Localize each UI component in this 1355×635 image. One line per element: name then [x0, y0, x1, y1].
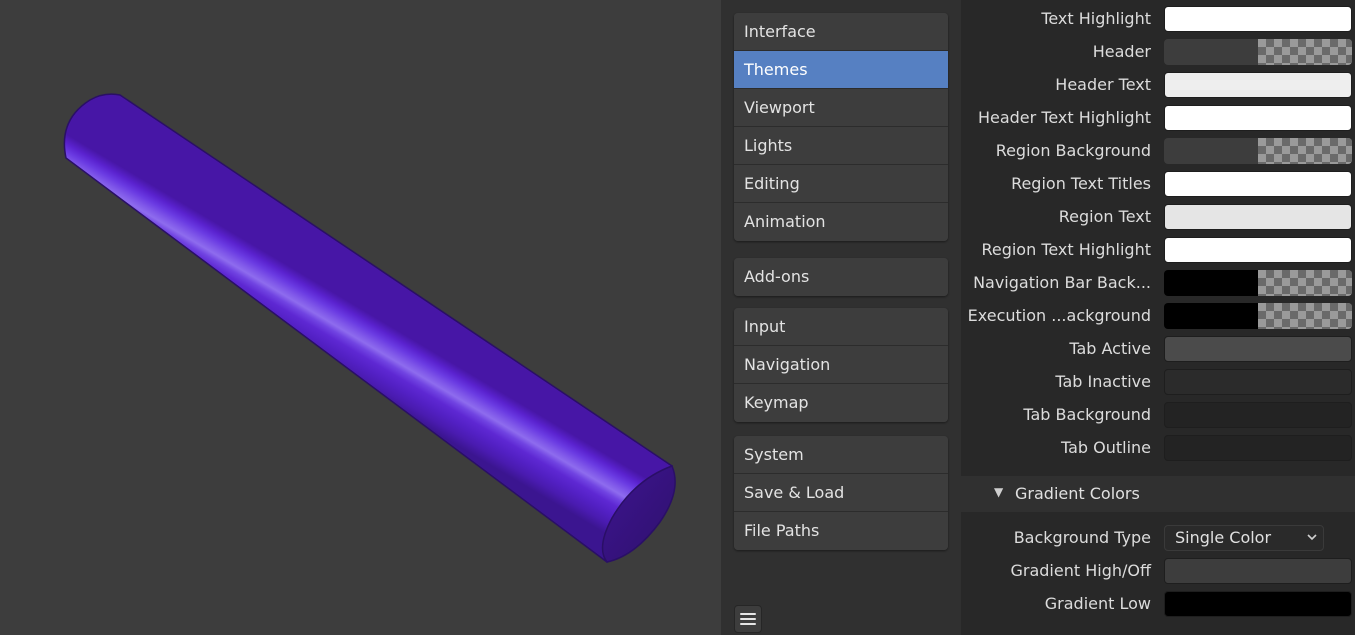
color-swatch[interactable] — [1164, 270, 1352, 296]
property-label: Region Background — [995, 141, 1151, 160]
property-label: Navigation Bar Back... — [973, 273, 1151, 292]
sidebar-item-input[interactable]: Input — [734, 308, 948, 346]
sidebar-item-themes[interactable]: Themes — [734, 51, 948, 89]
color-swatch[interactable] — [1164, 105, 1352, 131]
sidebar-item-add-ons[interactable]: Add-ons — [734, 258, 948, 296]
property-label: Gradient High/Off — [1010, 561, 1151, 580]
hamburger-menu-icon[interactable] — [734, 605, 762, 633]
property-label: Gradient Low — [1044, 594, 1151, 613]
color-swatch[interactable] — [1164, 6, 1352, 32]
property-label: Region Text Titles — [1011, 174, 1151, 193]
theme-color-row: Tab Background — [961, 398, 1355, 431]
color-swatch[interactable] — [1164, 435, 1352, 461]
property-label: Tab Active — [1069, 339, 1151, 358]
theme-color-row: Tab Active — [961, 332, 1355, 365]
sidebar-group: Interface Themes Viewport Lights Editing Anim… — [734, 13, 948, 241]
preferences-sidebar: Interface Themes Viewport Lights Editing Anim… — [721, 0, 961, 635]
sidebar-item-lights[interactable]: Lights — [734, 127, 948, 165]
themes-settings-panel: Text Highlight Header Header Text Header Te… — [961, 0, 1355, 635]
sidebar-item-save-load[interactable]: Save & Load — [734, 474, 948, 512]
property-label: Execution ...ackground — [967, 306, 1151, 325]
property-label: Region Text — [1058, 207, 1151, 226]
theme-color-row: Tab Inactive — [961, 365, 1355, 398]
color-swatch[interactable] — [1164, 72, 1352, 98]
sidebar-item-animation[interactable]: Animation — [734, 203, 948, 241]
property-label: Text Highlight — [1041, 9, 1151, 28]
3d-viewport[interactable] — [0, 0, 721, 635]
preferences-window: Interface Themes Viewport Lights Editing Anim… — [721, 0, 1355, 635]
cylinder-object[interactable] — [63, 93, 676, 564]
color-swatch[interactable] — [1164, 39, 1352, 65]
color-swatch[interactable] — [1164, 237, 1352, 263]
sidebar-item-viewport[interactable]: Viewport — [734, 89, 948, 127]
theme-color-row: Header Text Highlight — [961, 101, 1355, 134]
theme-color-row: Region Background — [961, 134, 1355, 167]
chevron-down-icon — [1307, 534, 1317, 541]
color-swatch[interactable] — [1164, 138, 1352, 164]
property-label: Region Text Highlight — [981, 240, 1151, 259]
sidebar-item-interface[interactable]: Interface — [734, 13, 948, 51]
sidebar-group: Add-ons — [734, 258, 948, 296]
theme-color-row: Execution ...ackground — [961, 299, 1355, 332]
property-label: Tab Background — [1023, 405, 1151, 424]
property-label: Header Text Highlight — [977, 108, 1151, 127]
background-type-row: Background Type Single Color — [961, 521, 1355, 554]
sidebar-item-system[interactable]: System — [734, 436, 948, 474]
color-swatch[interactable] — [1164, 402, 1352, 428]
theme-color-row: Header — [961, 35, 1355, 68]
sidebar-group: Input Navigation Keymap — [734, 308, 948, 422]
sidebar-item-keymap[interactable]: Keymap — [734, 384, 948, 422]
dropdown-value: Single Color — [1175, 528, 1272, 547]
sidebar-group: System Save & Load File Paths — [734, 436, 948, 550]
color-swatch[interactable] — [1164, 558, 1352, 584]
color-swatch[interactable] — [1164, 336, 1352, 362]
property-label: Header Text — [1055, 75, 1151, 94]
disclosure-triangle-down-icon: ▼ — [994, 485, 1004, 499]
theme-color-row: Tab Outline — [961, 431, 1355, 464]
gradient-color-row: Gradient Low — [961, 587, 1355, 620]
color-swatch[interactable] — [1164, 171, 1352, 197]
background-type-dropdown[interactable]: Single Color — [1164, 525, 1324, 551]
property-label: Background Type — [1013, 528, 1151, 547]
sidebar-item-file-paths[interactable]: File Paths — [734, 512, 948, 550]
panel-title: Gradient Colors — [1015, 484, 1140, 503]
gradient-color-row: Gradient High/Off — [961, 554, 1355, 587]
theme-color-row: Region Text Highlight — [961, 233, 1355, 266]
gradient-colors-panel-header[interactable]: ▼ Gradient Colors — [961, 476, 1355, 512]
theme-color-row: Navigation Bar Back... — [961, 266, 1355, 299]
sidebar-item-editing[interactable]: Editing — [734, 165, 948, 203]
property-label: Header — [1092, 42, 1151, 61]
color-swatch[interactable] — [1164, 591, 1352, 617]
property-label: Tab Outline — [1060, 438, 1151, 457]
theme-color-row: Text Highlight — [961, 2, 1355, 35]
color-swatch[interactable] — [1164, 303, 1352, 329]
sidebar-item-navigation[interactable]: Navigation — [734, 346, 948, 384]
theme-color-row: Region Text Titles — [961, 167, 1355, 200]
color-swatch[interactable] — [1164, 204, 1352, 230]
property-label: Tab Inactive — [1055, 372, 1151, 391]
viewport-canvas[interactable] — [0, 0, 721, 635]
color-swatch[interactable] — [1164, 369, 1352, 395]
theme-color-row: Region Text — [961, 200, 1355, 233]
theme-color-row: Header Text — [961, 68, 1355, 101]
